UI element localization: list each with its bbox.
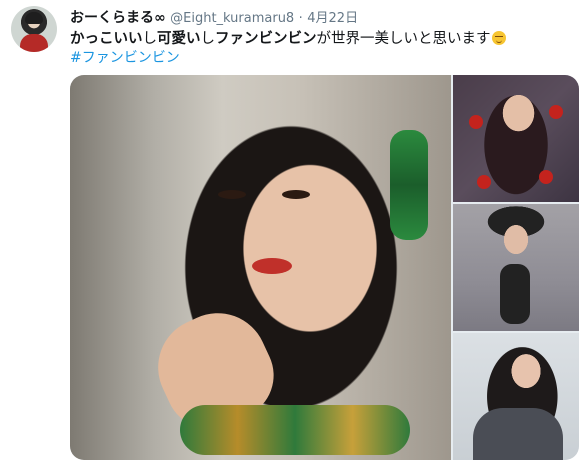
tweet-date[interactable]: 4月22日 [307,11,358,26]
tweet-text: かっこいいし可愛いしファンビンビンが世界一美しいと思います [70,27,506,48]
media-grid [70,75,579,460]
photo-rose [549,105,563,119]
photo-eye-right [282,190,310,199]
photo-lips [252,258,292,274]
relieved-face-emoji-icon [491,31,506,45]
tweet: おーくらまる∞ @Eight_kuramaru8 · 4月22日 かっこいいし可… [0,0,587,467]
text-part: が世界一美しいと思います [316,31,491,47]
avatar-shirt [20,34,48,52]
photo-rose [539,170,553,184]
photo-coat [473,408,563,460]
photo-rose [469,115,483,129]
tweet-header: おーくらまる∞ @Eight_kuramaru8 · 4月22日 [70,7,358,27]
text-part: 可愛い [157,31,201,47]
photo-necklace [180,405,410,455]
photo-body [500,264,530,324]
photo-thumbnail-2[interactable] [453,204,579,331]
text-part: し [142,31,158,47]
photo-eye-left [218,190,246,199]
photo-thumbnail-1[interactable] [453,75,579,202]
photo-main[interactable] [70,75,451,460]
avatar[interactable] [11,6,57,52]
text-part: ファンビンビン [215,31,317,47]
text-part: し [200,31,216,47]
separator-dot: · [298,11,303,26]
text-part: かっこいい [70,31,143,47]
photo-bangle [390,130,428,240]
display-name[interactable]: おーくらまる∞ [70,10,166,26]
photo-thumbnail-3[interactable] [453,333,579,460]
photo-rose [477,175,491,189]
user-handle[interactable]: @Eight_kuramaru8 [170,11,294,26]
hashtag-link[interactable]: #ファンビンビン [70,47,180,67]
avatar-hair [25,12,43,24]
